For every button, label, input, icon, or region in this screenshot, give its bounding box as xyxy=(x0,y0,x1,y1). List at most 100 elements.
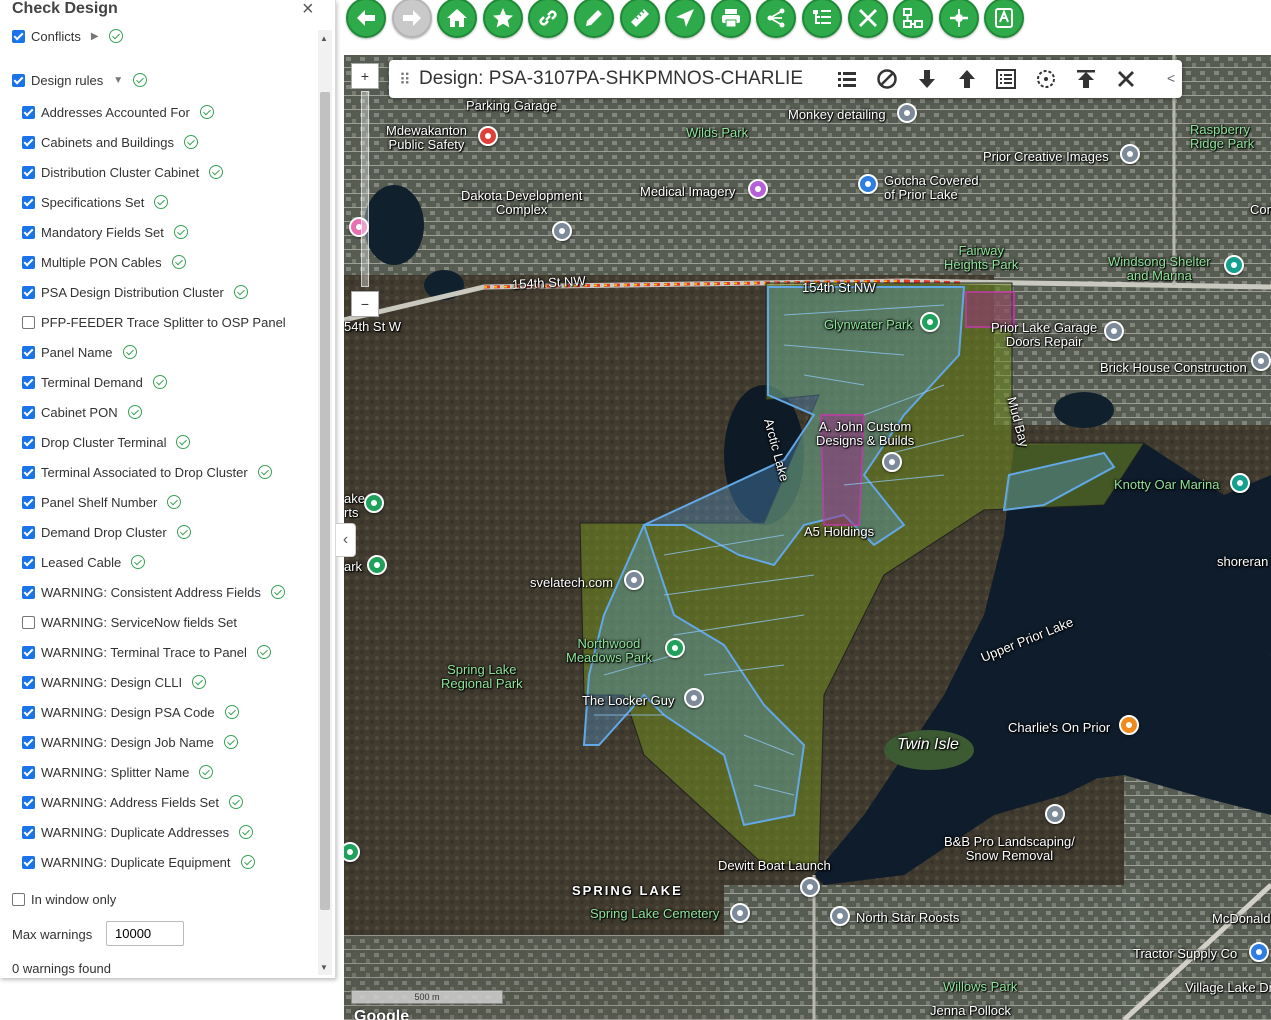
design-rule-checkbox[interactable] xyxy=(22,765,35,779)
expand-triangle-icon[interactable]: ▶ xyxy=(91,31,99,42)
design-rule-checkbox[interactable] xyxy=(22,165,35,179)
panel-scrollbar-thumb[interactable] xyxy=(320,92,330,910)
zoom-out-button[interactable]: − xyxy=(351,291,379,317)
design-rule-checkbox[interactable] xyxy=(22,375,35,389)
design-rule-checkbox[interactable] xyxy=(22,405,35,419)
design-rule-row[interactable]: Panel Shelf Number xyxy=(22,492,182,512)
map-marker-icon[interactable] xyxy=(478,126,498,146)
link-button[interactable] xyxy=(528,0,568,38)
list-tree-button[interactable] xyxy=(802,0,842,38)
design-rule-row[interactable]: Multiple PON Cables xyxy=(22,252,186,272)
arrow-up-icon[interactable] xyxy=(955,67,979,91)
map-marker-icon[interactable] xyxy=(1119,715,1139,735)
in-window-only-row[interactable]: In window only xyxy=(12,889,116,909)
design-rule-row[interactable]: Terminal Associated to Drop Cluster xyxy=(22,462,272,482)
design-rule-checkbox[interactable] xyxy=(22,255,35,269)
details-icon[interactable] xyxy=(994,67,1018,91)
design-rule-checkbox[interactable] xyxy=(22,465,35,479)
design-rule-row[interactable]: WARNING: Design Job Name xyxy=(22,732,238,752)
design-rule-checkbox[interactable] xyxy=(22,195,35,209)
design-rule-row[interactable]: Cabinet PON xyxy=(22,402,142,422)
map-marker-icon[interactable] xyxy=(1120,144,1140,164)
design-rule-row[interactable]: WARNING: Address Fields Set xyxy=(22,792,243,812)
forward-arrow-button[interactable] xyxy=(392,0,432,38)
design-rule-row[interactable]: WARNING: Consistent Address Fields xyxy=(22,582,285,602)
design-rule-checkbox[interactable] xyxy=(22,855,35,869)
tools-button[interactable] xyxy=(848,0,888,38)
map-marker-icon[interactable] xyxy=(1224,255,1244,275)
map-marker-icon[interactable] xyxy=(748,179,768,199)
back-arrow-button[interactable] xyxy=(346,0,386,38)
design-rule-checkbox[interactable] xyxy=(22,315,35,329)
design-rule-checkbox[interactable] xyxy=(22,825,35,839)
map-view[interactable]: Parking Garage Mdewakanton Public Safety… xyxy=(344,55,1271,1020)
design-rule-row[interactable]: Distribution Cluster Cabinet xyxy=(22,162,224,182)
star-button[interactable] xyxy=(483,0,523,38)
upload-icon[interactable] xyxy=(1074,67,1098,91)
map-marker-icon[interactable] xyxy=(1230,473,1250,493)
cancel-icon[interactable] xyxy=(875,67,899,91)
share-button[interactable] xyxy=(756,0,796,38)
map-marker-icon[interactable] xyxy=(1104,321,1124,341)
design-rule-checkbox[interactable] xyxy=(22,705,35,719)
design-rule-checkbox[interactable] xyxy=(22,675,35,689)
design-rule-row[interactable]: Specifications Set xyxy=(22,192,169,212)
design-rule-row[interactable]: Panel Name xyxy=(22,342,137,362)
map-marker-icon[interactable] xyxy=(367,555,387,575)
design-rule-checkbox[interactable] xyxy=(22,615,35,629)
map-marker-icon[interactable] xyxy=(684,688,704,708)
map-marker-icon[interactable] xyxy=(830,906,850,926)
design-rule-row[interactable]: WARNING: Design PSA Code xyxy=(22,702,239,722)
collapse-panel-button[interactable]: ‹ xyxy=(336,523,356,557)
design-rule-checkbox[interactable] xyxy=(22,135,35,149)
zoom-in-button[interactable]: + xyxy=(351,63,379,89)
design-rule-checkbox[interactable] xyxy=(22,525,35,539)
design-rule-row[interactable]: Leased Cable xyxy=(22,552,146,572)
design-rule-row[interactable]: WARNING: Duplicate Addresses xyxy=(22,822,254,842)
collapse-bar-icon[interactable]: < xyxy=(1167,70,1175,86)
target-icon[interactable] xyxy=(1034,67,1058,91)
design-rule-row[interactable]: PSA Design Distribution Cluster xyxy=(22,282,248,302)
design-rule-row[interactable]: Mandatory Fields Set xyxy=(22,222,188,242)
map-marker-icon[interactable] xyxy=(897,103,917,123)
design-rule-checkbox[interactable] xyxy=(22,645,35,659)
map-marker-icon[interactable] xyxy=(552,221,572,241)
navigate-button[interactable] xyxy=(665,0,705,38)
in-window-only-checkbox[interactable] xyxy=(12,892,25,906)
network-button[interactable] xyxy=(893,0,933,38)
pencil-button[interactable] xyxy=(574,0,614,38)
scroll-up-icon[interactable]: ▲ xyxy=(320,34,328,43)
conflicts-row[interactable]: Conflicts ▶ xyxy=(12,26,123,46)
design-rule-row[interactable]: Terminal Demand xyxy=(22,372,167,392)
design-rule-row[interactable]: PFP-FEEDER Trace Splitter to OSP Panel xyxy=(22,312,286,332)
design-rule-checkbox[interactable] xyxy=(22,435,35,449)
design-rule-row[interactable]: WARNING: Terminal Trace to Panel xyxy=(22,642,271,662)
map-marker-icon[interactable] xyxy=(1251,351,1271,371)
design-rules-checkbox[interactable] xyxy=(12,73,25,87)
conflicts-checkbox[interactable] xyxy=(12,29,25,43)
map-marker-icon[interactable] xyxy=(730,903,750,923)
design-rule-row[interactable]: Demand Drop Cluster xyxy=(22,522,191,542)
home-button[interactable] xyxy=(437,0,477,38)
close-icon[interactable] xyxy=(1114,67,1138,91)
ruler-button[interactable] xyxy=(620,0,660,38)
design-rule-checkbox[interactable] xyxy=(22,105,35,119)
list-icon[interactable] xyxy=(835,67,859,91)
design-rule-checkbox[interactable] xyxy=(22,285,35,299)
connect-button[interactable] xyxy=(939,0,979,38)
design-rule-row[interactable]: WARNING: Splitter Name xyxy=(22,762,214,782)
map-marker-icon[interactable] xyxy=(665,638,685,658)
design-rule-row[interactable]: WARNING: ServiceNow fields Set xyxy=(22,612,237,632)
map-marker-icon[interactable] xyxy=(920,312,940,332)
map-marker-icon[interactable] xyxy=(1045,804,1065,824)
map-marker-icon[interactable] xyxy=(1249,942,1269,962)
design-rule-row[interactable]: WARNING: Design CLLI xyxy=(22,672,207,692)
design-rules-row[interactable]: Design rules ▼ xyxy=(12,70,148,90)
map-marker-icon[interactable] xyxy=(364,493,384,513)
zoom-slider[interactable] xyxy=(361,91,369,287)
design-rule-checkbox[interactable] xyxy=(22,555,35,569)
design-rule-checkbox[interactable] xyxy=(22,735,35,749)
max-warnings-input[interactable] xyxy=(106,921,184,946)
drag-handle-icon[interactable]: ⠿ xyxy=(399,70,411,90)
text-check-button[interactable] xyxy=(984,0,1024,38)
